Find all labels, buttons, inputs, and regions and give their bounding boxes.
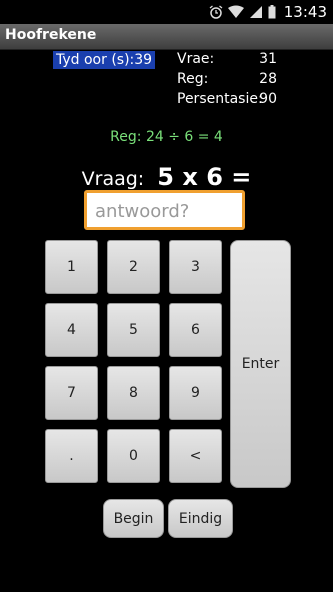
key-6[interactable]: 6	[169, 303, 222, 357]
battery-icon	[268, 5, 276, 19]
key-7[interactable]: 7	[45, 366, 98, 420]
questions-value: 31	[259, 51, 277, 67]
question: Vraag: 5 x 6 =	[0, 163, 333, 191]
app-title: Hoofrekene	[5, 27, 97, 43]
key-1[interactable]: 1	[45, 240, 98, 294]
percentage-label: Persentasie:	[177, 91, 263, 107]
status-bar: 13:43	[0, 0, 333, 24]
begin-button[interactable]: Begin	[103, 499, 164, 538]
enter-button[interactable]: Enter	[230, 240, 291, 488]
key-5[interactable]: 5	[107, 303, 160, 357]
status-time: 13:43	[283, 3, 327, 21]
key-9[interactable]: 9	[169, 366, 222, 420]
key-backspace[interactable]: <	[169, 429, 222, 483]
percentage-value: 90	[259, 91, 277, 107]
wifi-icon	[227, 5, 244, 18]
action-bar: Hoofrekene	[0, 24, 333, 50]
end-button[interactable]: Eindig	[168, 499, 233, 538]
alarm-icon	[209, 5, 223, 19]
correct-value: 28	[259, 71, 277, 87]
time-remaining: Tyd oor (s):39	[53, 51, 156, 69]
key-8[interactable]: 8	[107, 366, 160, 420]
key-4[interactable]: 4	[45, 303, 98, 357]
questions-label: Vrae:	[177, 51, 215, 67]
key-decimal[interactable]: .	[45, 429, 98, 483]
answer-input[interactable]: antwoord?	[84, 190, 245, 230]
correct-label: Reg:	[177, 71, 209, 87]
key-2[interactable]: 2	[107, 240, 160, 294]
status-icons: 13:43	[209, 3, 327, 21]
answer-placeholder: antwoord?	[95, 201, 190, 222]
feedback-text: Reg: 24 ÷ 6 = 4	[110, 129, 223, 145]
question-expression: 5 x 6 =	[157, 163, 252, 191]
question-label: Vraag:	[81, 168, 145, 190]
signal-icon	[249, 6, 262, 18]
key-0[interactable]: 0	[107, 429, 160, 483]
key-3[interactable]: 3	[169, 240, 222, 294]
